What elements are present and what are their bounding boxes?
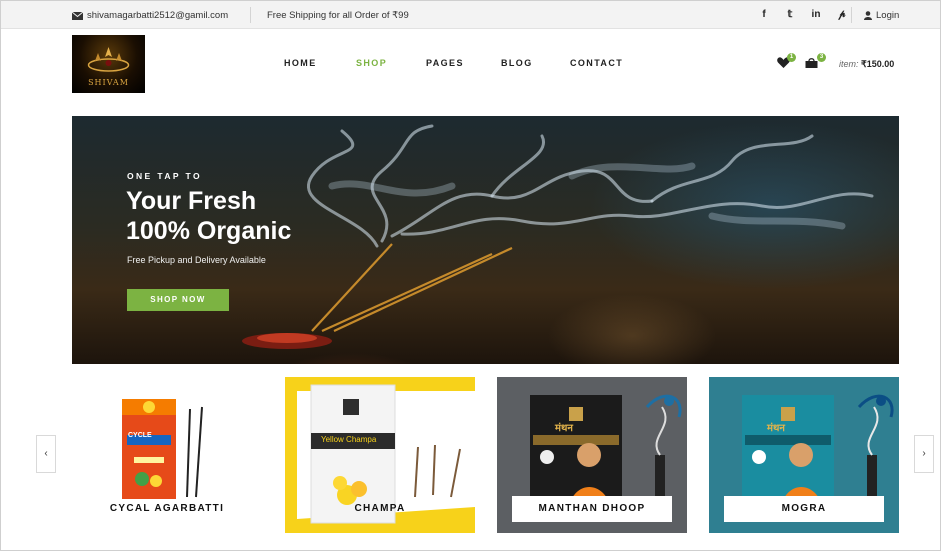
pack-label: मंथन xyxy=(555,423,573,434)
divider xyxy=(250,7,251,23)
hero-title-line-2: 100% Organic xyxy=(126,217,292,245)
carousel-prev-button[interactable]: ‹ xyxy=(36,435,56,473)
shop-now-button[interactable]: SHOP NOW xyxy=(127,289,229,311)
logo-text: SHIVAM xyxy=(88,78,129,87)
contact-email[interactable]: shivamagarbatti2512@gamil.com xyxy=(72,10,228,21)
nav-pages[interactable]: PAGES xyxy=(426,58,464,68)
nav-shop[interactable]: SHOP xyxy=(356,58,387,68)
hero-title: Your Fresh 100% Organic xyxy=(126,186,291,246)
hero-title-line-1: Your Fresh xyxy=(126,187,257,215)
twitter-icon[interactable]: 𝕥 xyxy=(777,9,803,20)
divider xyxy=(851,7,852,23)
top-bar: shivamagarbatti2512@gamil.com Free Shipp… xyxy=(1,1,940,29)
linkedin-icon[interactable]: in xyxy=(803,9,829,20)
pack-label: CYCLE xyxy=(128,432,152,439)
nav-blog[interactable]: BLOG xyxy=(501,58,533,68)
product-name: CYCAL AGARBATTI xyxy=(109,503,225,514)
brand-logo[interactable]: SHIVAM xyxy=(72,35,145,93)
nav-contact[interactable]: CONTACT xyxy=(570,58,623,68)
wishlist-count-badge: 1 xyxy=(787,53,796,62)
product-card[interactable]: मंथन MANTHAN DHOOP xyxy=(497,377,687,533)
hero-subtitle: Free Pickup and Delivery Available xyxy=(127,255,266,265)
cart-total[interactable]: item: ₹150.00 xyxy=(839,59,894,70)
pack-label: Yellow Champa xyxy=(321,435,377,444)
product-name: MANTHAN DHOOP xyxy=(512,496,672,522)
wishlist-button[interactable]: 1 xyxy=(777,53,796,70)
login-link[interactable]: Login xyxy=(864,10,899,21)
product-name: MOGRA xyxy=(724,496,884,522)
shopping-bag-icon xyxy=(805,58,818,68)
email-text: shivamagarbatti2512@gamil.com xyxy=(87,10,229,21)
facebook-icon[interactable]: f xyxy=(751,9,777,20)
product-name: CHAMPA xyxy=(354,503,406,514)
page: shivamagarbatti2512@gamil.com Free Shipp… xyxy=(0,0,941,551)
shipping-notice: Free Shipping for all Order of ₹99 xyxy=(267,10,409,21)
product-card[interactable]: मंथन MOGRA xyxy=(709,377,899,533)
hero-kicker: ONE TAP TO xyxy=(127,171,203,181)
social-links: f 𝕥 in 𝓅 xyxy=(751,9,855,20)
login-label: Login xyxy=(876,10,900,21)
user-icon xyxy=(864,11,872,20)
cart-count-badge: 3 xyxy=(817,53,826,62)
trishul-logo-icon xyxy=(87,47,130,72)
nav-home[interactable]: HOME xyxy=(284,58,317,68)
product-card[interactable]: CYCLE CYCAL AGARBATTI xyxy=(72,377,262,533)
envelope-icon xyxy=(72,11,83,20)
cart-total-label: item: xyxy=(839,59,859,69)
pack-label: मंथन xyxy=(767,423,785,434)
hero-banner: ONE TAP TO Your Fresh 100% Organic Free … xyxy=(72,116,899,364)
cart-total-value: ₹150.00 xyxy=(861,59,895,69)
cart-button[interactable]: 3 xyxy=(805,53,826,70)
carousel-next-button[interactable]: › xyxy=(914,435,934,473)
product-card[interactable]: Yellow Champa CHAMPA xyxy=(285,377,475,533)
